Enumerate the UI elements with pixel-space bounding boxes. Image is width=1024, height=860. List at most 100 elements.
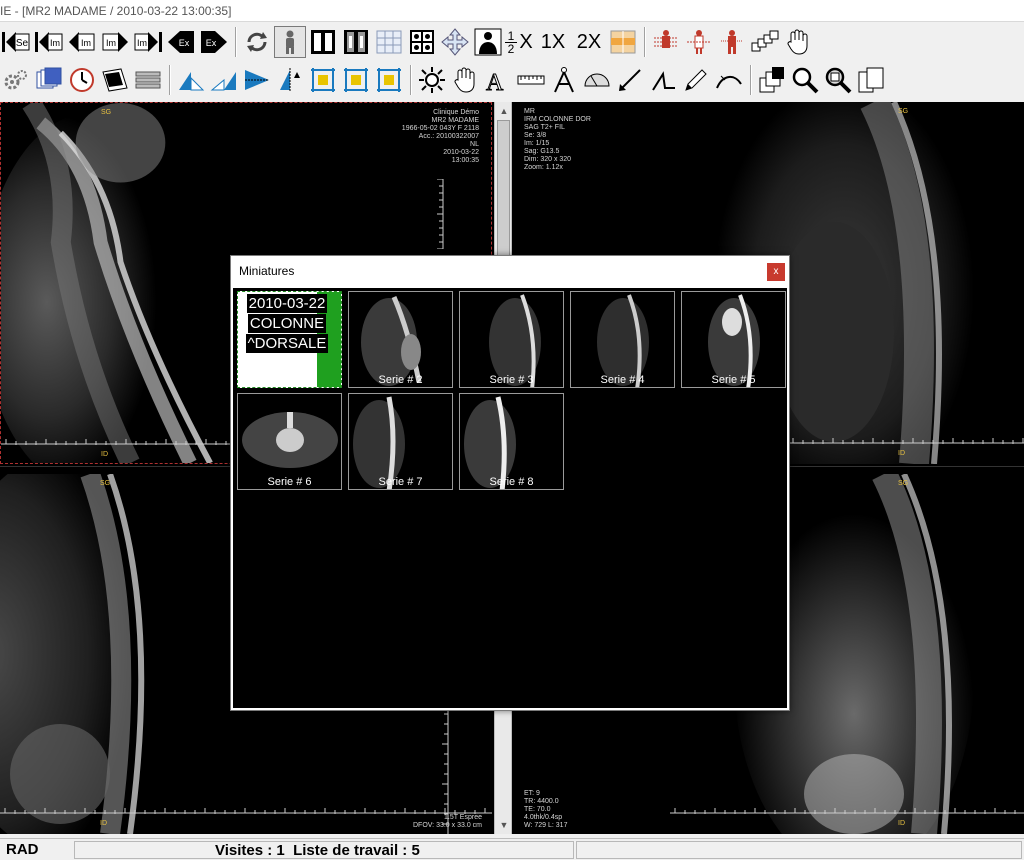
mirror-left-button[interactable] bbox=[175, 64, 207, 96]
windows-cascade-icon bbox=[759, 67, 784, 93]
horizontal-scale-ruler bbox=[0, 808, 492, 814]
series-caption: Serie # 6 bbox=[267, 476, 312, 488]
close-button[interactable]: x bbox=[767, 263, 785, 281]
exam-prev-icon: Ex bbox=[168, 31, 194, 53]
sun-icon bbox=[419, 67, 445, 93]
protractor-button[interactable] bbox=[581, 64, 613, 96]
app-window: IE - [MR2 MADAME / 2010-03-22 13:00:35] … bbox=[0, 0, 1024, 860]
image-prev-button[interactable]: Im bbox=[66, 26, 98, 58]
curve-button[interactable] bbox=[713, 64, 745, 96]
series-thumbnail[interactable]: Serie # 7 bbox=[348, 393, 453, 490]
exam-next-button[interactable]: Ex bbox=[198, 26, 230, 58]
scroll-up-arrow[interactable]: ▲ bbox=[497, 104, 511, 118]
pan-hand-button[interactable] bbox=[449, 64, 481, 96]
vertical-scale-ruler bbox=[437, 179, 444, 249]
toolbar-separator bbox=[410, 65, 412, 95]
rotate-button[interactable] bbox=[241, 64, 273, 96]
exam-next-icon: Ex bbox=[201, 31, 227, 53]
toolbar-separator bbox=[169, 65, 171, 95]
fraction-top: 1 bbox=[507, 28, 515, 43]
overlay-line: Zoom: 1.12x bbox=[524, 164, 563, 171]
hand-icon bbox=[787, 29, 808, 55]
toolbar-tools: A bbox=[0, 62, 1024, 98]
grid-icon bbox=[376, 30, 402, 54]
svg-text:A: A bbox=[486, 70, 504, 94]
distance-button[interactable] bbox=[515, 64, 547, 96]
angle-button[interactable] bbox=[548, 64, 580, 96]
image-last-icon: Im bbox=[134, 32, 162, 52]
report-button[interactable] bbox=[132, 64, 164, 96]
series-thumbnail[interactable]: Serie # 6 bbox=[237, 393, 342, 490]
zoom-button[interactable] bbox=[789, 64, 821, 96]
pan-button[interactable] bbox=[439, 26, 471, 58]
image-stack-button[interactable] bbox=[33, 64, 65, 96]
roi-square-button[interactable] bbox=[307, 64, 339, 96]
image-first-button[interactable]: Im bbox=[33, 26, 65, 58]
status-summary: Visites : 1 Liste de travail : 5 bbox=[215, 842, 420, 859]
zoom-half-fraction[interactable]: 1 2 bbox=[505, 30, 517, 55]
zoom-1x-button[interactable]: 1X bbox=[535, 31, 571, 54]
series-thumbnail[interactable]: Serie # 8 bbox=[459, 393, 564, 490]
overlay-line: Clinique Démo bbox=[433, 109, 479, 116]
ruler-stack-icon bbox=[135, 71, 161, 89]
window-level-preset-button[interactable] bbox=[607, 26, 639, 58]
crosshair-person-icon bbox=[721, 30, 743, 54]
roi-poly-button[interactable] bbox=[373, 64, 405, 96]
image-last-button[interactable]: Im bbox=[132, 26, 164, 58]
series-thumbnail[interactable]: Serie # 4 bbox=[570, 291, 675, 388]
study-cover-thumbnail[interactable]: 2010-03-22 COLONNE ^DORSALE bbox=[237, 291, 342, 388]
overlay-line: 2010-03-22 bbox=[443, 149, 479, 156]
mirror-right-button[interactable] bbox=[208, 64, 240, 96]
arrow-line-icon bbox=[619, 69, 641, 91]
flip-vertical-icon bbox=[280, 68, 300, 92]
series-thumbnail[interactable]: Serie # 2 bbox=[348, 291, 453, 388]
layout-two-button[interactable] bbox=[307, 26, 339, 58]
overlay-line: Acc.: 20100322007 bbox=[418, 133, 479, 140]
fit-window-button[interactable] bbox=[855, 64, 887, 96]
image-next-button[interactable]: Im bbox=[99, 26, 131, 58]
svg-text:Im: Im bbox=[81, 38, 91, 48]
print-button[interactable] bbox=[99, 64, 131, 96]
roi-circle-button[interactable] bbox=[340, 64, 372, 96]
series-thumbnail[interactable]: Serie # 3 bbox=[459, 291, 564, 388]
flip-vertical-button[interactable] bbox=[274, 64, 306, 96]
svg-text:Im: Im bbox=[106, 38, 116, 48]
crosshair-person-button[interactable] bbox=[716, 26, 748, 58]
toolbar-separator bbox=[235, 27, 237, 57]
window-level-button[interactable] bbox=[416, 64, 448, 96]
polyline-icon bbox=[652, 71, 675, 91]
localizer-button[interactable] bbox=[683, 26, 715, 58]
toolbar-navigation: Se Im Im Im Im Ex Ex 1 2 X 1X 2X bbox=[0, 24, 1024, 60]
exam-prev-button[interactable]: Ex bbox=[165, 26, 197, 58]
arrow-button[interactable] bbox=[614, 64, 646, 96]
cascade-button[interactable] bbox=[749, 26, 781, 58]
scroll-down-arrow[interactable]: ▼ bbox=[497, 818, 511, 832]
overlay-line: NL bbox=[470, 141, 479, 148]
settings-button[interactable] bbox=[0, 64, 32, 96]
body-button[interactable] bbox=[472, 26, 504, 58]
series-thumbnail[interactable]: Serie # 5 bbox=[681, 291, 786, 388]
overlay-line: TE: 70.0 bbox=[524, 806, 551, 813]
cascade-windows-button[interactable] bbox=[756, 64, 788, 96]
polyline-button[interactable] bbox=[647, 64, 679, 96]
hand-button[interactable] bbox=[782, 26, 814, 58]
layout-quad-button[interactable] bbox=[406, 26, 438, 58]
svg-text:Im: Im bbox=[137, 38, 147, 48]
patient-view-button[interactable] bbox=[274, 26, 306, 58]
text-annotation-button[interactable]: A bbox=[482, 64, 514, 96]
series-first-button[interactable]: Se bbox=[0, 26, 32, 58]
overlay-line: SAG T2+ FIL bbox=[524, 124, 565, 131]
refresh-button[interactable] bbox=[241, 26, 273, 58]
pencil-button[interactable] bbox=[680, 64, 712, 96]
rotate-triangle-icon bbox=[245, 70, 269, 90]
status-mode: RAD bbox=[6, 841, 39, 858]
zoom-2x-button[interactable]: 2X bbox=[571, 31, 607, 54]
magnify-region-button[interactable] bbox=[822, 64, 854, 96]
layout-grid-button[interactable] bbox=[373, 26, 405, 58]
sync-slices-button[interactable] bbox=[650, 26, 682, 58]
layout-stack-button[interactable] bbox=[340, 26, 372, 58]
roi-square-icon bbox=[344, 68, 368, 92]
cine-button[interactable] bbox=[66, 64, 98, 96]
clock-film-icon bbox=[70, 68, 94, 92]
zoom-half-button[interactable]: X bbox=[517, 31, 535, 54]
